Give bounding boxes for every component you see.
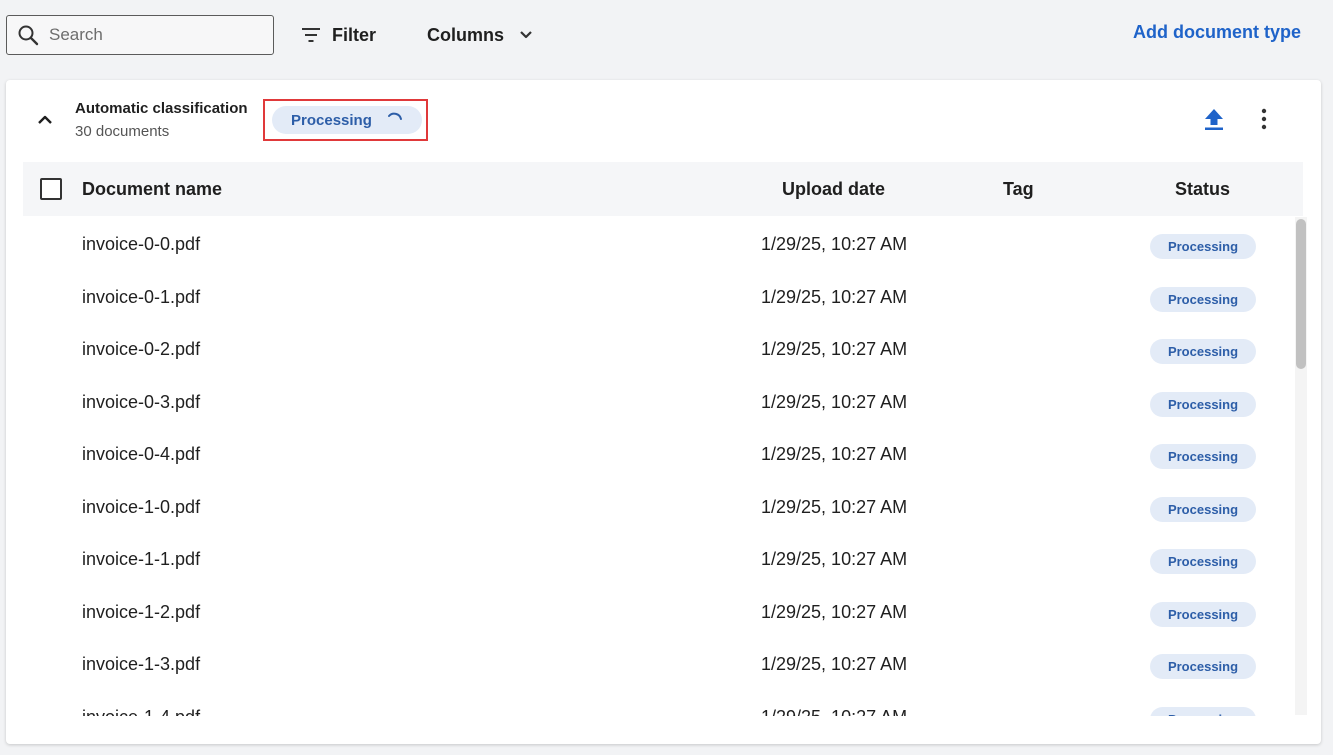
status-badge: Processing (1150, 654, 1256, 679)
collapse-button[interactable] (32, 108, 58, 134)
document-name-cell[interactable]: invoice-0-4.pdf (82, 444, 200, 465)
filter-icon (300, 24, 322, 46)
document-group-card: Automatic classification 30 documents Pr… (6, 80, 1321, 744)
group-status-badge: Processing (272, 106, 422, 134)
document-name-cell[interactable]: invoice-0-2.pdf (82, 339, 200, 360)
table-row[interactable]: invoice-0-2.pdf 1/29/25, 10:27 AM Proces… (23, 325, 1293, 378)
column-header-document-name[interactable]: Document name (82, 179, 222, 200)
status-badge: Processing (1150, 706, 1256, 716)
status-badge: Processing (1150, 339, 1256, 364)
upload-date-cell: 1/29/25, 10:27 AM (761, 707, 907, 717)
document-name-cell[interactable]: invoice-0-0.pdf (82, 234, 200, 255)
search-icon (16, 23, 40, 47)
status-badge: Processing (1150, 549, 1256, 574)
table-body: invoice-0-0.pdf 1/29/25, 10:27 AM Proces… (23, 220, 1293, 716)
upload-date-cell: 1/29/25, 10:27 AM (761, 391, 908, 412)
table-row[interactable]: invoice-1-4.pdf 1/29/25, 10:27 AM Proces… (23, 693, 1293, 717)
status-badge: Processing (1150, 496, 1256, 522)
document-name-cell[interactable]: invoice-1-3.pdf (82, 654, 200, 675)
group-title: Automatic classification (75, 100, 248, 117)
more-vertical-icon (1261, 108, 1267, 135)
table-row[interactable]: invoice-0-1.pdf 1/29/25, 10:27 AM Proces… (23, 273, 1293, 326)
upload-date-cell: 1/29/25, 10:27 AM (761, 654, 908, 674)
document-name-cell[interactable]: invoice-1-4.pdf (82, 707, 200, 717)
upload-date-cell: 1/29/25, 10:27 AM (761, 234, 908, 254)
upload-date-cell: 1/29/25, 10:27 AM (761, 601, 908, 622)
column-header-tag[interactable]: Tag (1003, 179, 1034, 200)
columns-button[interactable]: Columns (427, 20, 536, 50)
toolbar: Filter Columns Add document type (0, 0, 1333, 70)
column-header-status[interactable]: Status (1175, 179, 1230, 200)
status-badge: Processing (1150, 444, 1256, 469)
group-header: Automatic classification 30 documents Pr… (6, 80, 1321, 160)
document-name-cell[interactable]: invoice-1-0.pdf (82, 497, 200, 518)
search-input[interactable] (47, 24, 267, 46)
loading-spinner-icon (386, 111, 404, 129)
table-row[interactable]: invoice-0-3.pdf 1/29/25, 10:27 AM Proces… (23, 378, 1293, 431)
status-badge: Processing (1150, 601, 1256, 627)
document-name-cell[interactable]: invoice-0-3.pdf (82, 392, 200, 413)
table-row[interactable]: invoice-1-2.pdf 1/29/25, 10:27 AM Proces… (23, 588, 1293, 641)
table-row[interactable]: invoice-0-4.pdf 1/29/25, 10:27 AM Proces… (23, 430, 1293, 483)
columns-label: Columns (427, 24, 505, 45)
document-name-cell[interactable]: invoice-1-1.pdf (82, 549, 200, 570)
table-row[interactable]: invoice-0-0.pdf 1/29/25, 10:27 AM Proces… (23, 220, 1293, 273)
upload-date-cell: 1/29/25, 10:27 AM (761, 286, 908, 307)
status-badge: Processing (1150, 391, 1256, 417)
search-box[interactable] (6, 15, 274, 55)
upload-date-cell: 1/29/25, 10:27 AM (761, 549, 908, 569)
document-name-cell[interactable]: invoice-0-1.pdf (82, 287, 200, 308)
filter-button[interactable]: Filter (300, 20, 376, 50)
document-name-cell[interactable]: invoice-1-2.pdf (82, 602, 200, 623)
table-row[interactable]: invoice-1-3.pdf 1/29/25, 10:27 AM Proces… (23, 640, 1293, 693)
upload-date-cell: 1/29/25, 10:27 AM (761, 444, 908, 464)
table-row[interactable]: invoice-1-0.pdf 1/29/25, 10:27 AM Proces… (23, 483, 1293, 536)
status-badge: Processing (1150, 234, 1256, 259)
group-document-count: 30 documents (75, 123, 170, 140)
chevron-up-icon (37, 112, 53, 130)
chevron-down-icon (516, 25, 536, 45)
add-document-type-button[interactable]: Add document type (1133, 22, 1301, 43)
table-header: Document name Upload date Tag Status (23, 162, 1303, 216)
more-options-button[interactable] (1254, 108, 1274, 134)
scrollbar-thumb[interactable] (1296, 219, 1306, 369)
upload-icon (1203, 107, 1225, 136)
upload-date-cell: 1/29/25, 10:27 AM (761, 496, 908, 517)
group-status-label: Processing (291, 111, 372, 129)
status-badge: Processing (1150, 286, 1256, 312)
upload-date-cell: 1/29/25, 10:27 AM (761, 339, 908, 359)
column-header-upload-date[interactable]: Upload date (782, 179, 885, 200)
table-scrollbar[interactable] (1295, 217, 1307, 715)
table-row[interactable]: invoice-1-1.pdf 1/29/25, 10:27 AM Proces… (23, 535, 1293, 588)
select-all-checkbox[interactable] (40, 178, 62, 200)
upload-button[interactable] (1202, 108, 1226, 134)
filter-label: Filter (332, 24, 377, 45)
